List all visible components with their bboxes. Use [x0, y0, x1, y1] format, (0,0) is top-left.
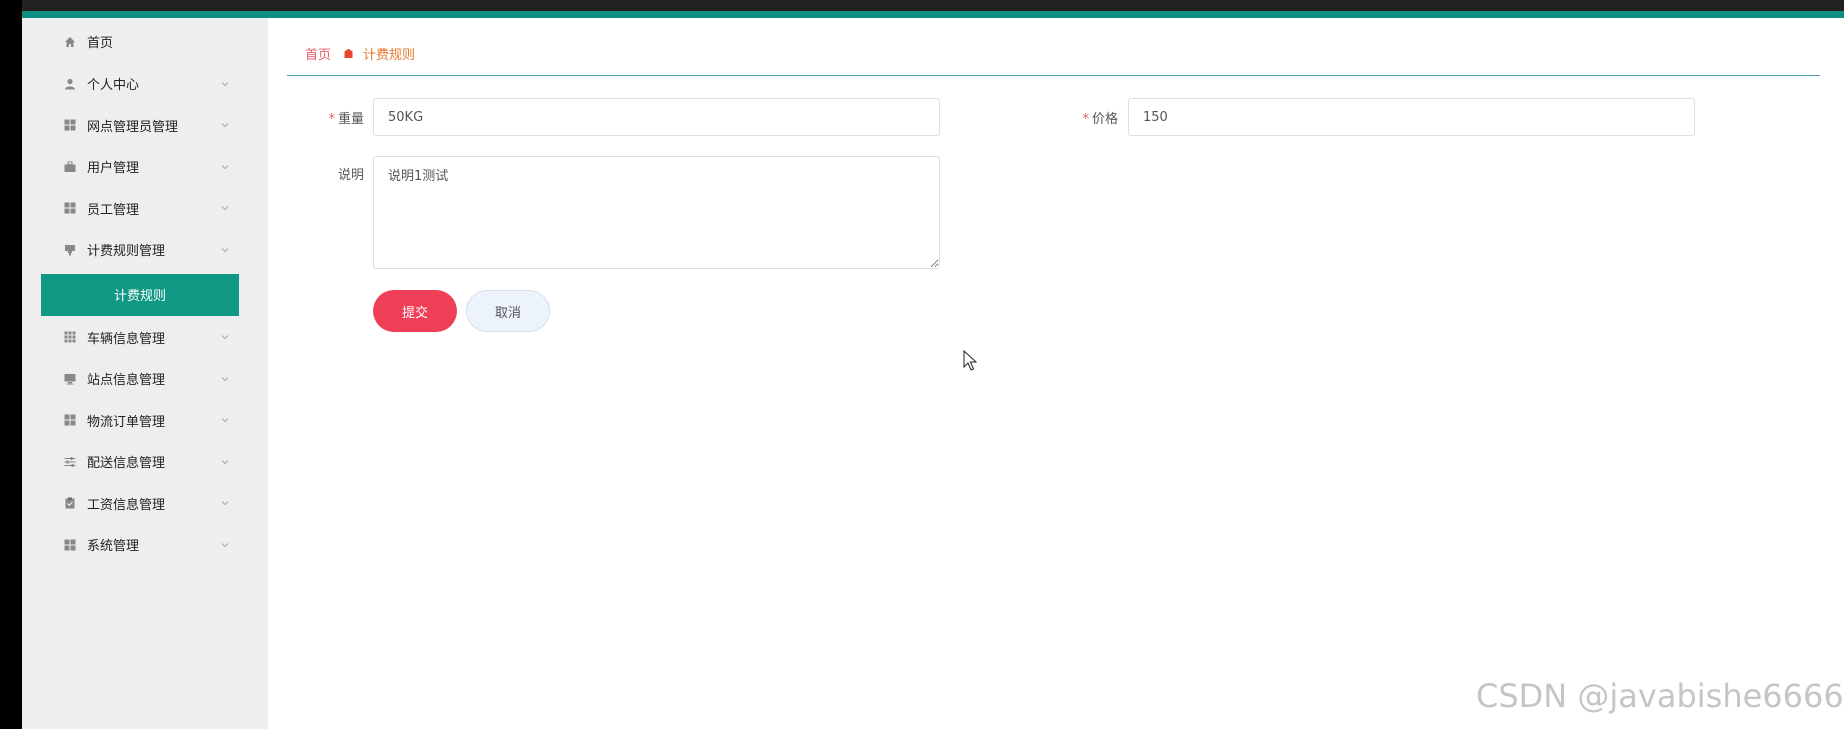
- grid-icon: [63, 201, 77, 215]
- price-label: * 价格: [1080, 108, 1118, 127]
- sidebar-subitem-label: 计费规则: [113, 289, 166, 305]
- submit-button[interactable]: 提交: [373, 290, 457, 332]
- sidebar-item-label: 工资信息管理: [87, 497, 166, 513]
- watermark: CSDN @javabishe6666: [1476, 677, 1844, 715]
- chevron-down-icon: [221, 335, 229, 340]
- chevron-down-icon: [221, 376, 229, 381]
- monitor-icon: [63, 372, 77, 386]
- breadcrumb-current: 计费规则: [363, 48, 416, 63]
- chevron-down-icon: [221, 501, 229, 506]
- mouse-cursor-icon: [963, 350, 977, 371]
- sidebar-item-billing-rules[interactable]: 计费规则管理: [22, 229, 268, 271]
- weight-input[interactable]: [373, 98, 940, 136]
- weight-label: * 重量: [326, 108, 364, 127]
- sidebar-item-label: 网点管理员管理: [87, 119, 179, 135]
- user-icon: [63, 77, 77, 91]
- clipboard-icon: [63, 496, 77, 510]
- sidebar-item-label: 首页: [87, 36, 114, 52]
- required-mark: *: [1082, 112, 1089, 127]
- sidebar-item-vehicles[interactable]: 车辆信息管理: [22, 317, 268, 359]
- main-content: 首页 计费规则 *重量 *价格 说明 说明1测试 提交 取消: [268, 18, 1844, 729]
- price-label-text: 价格: [1091, 112, 1118, 127]
- briefcase-icon: [63, 160, 77, 174]
- sliders-icon: [63, 455, 77, 469]
- sidebar-item-home[interactable]: 首页: [22, 21, 268, 63]
- breadcrumb-separator-icon: [341, 47, 355, 61]
- sidebar-item-stations[interactable]: 站点信息管理: [22, 358, 268, 400]
- weight-label-text: 重量: [337, 112, 364, 127]
- breadcrumb-home[interactable]: 首页: [305, 44, 331, 63]
- sidebar-item-label: 计费规则管理: [87, 244, 166, 260]
- sidebar-item-salary[interactable]: 工资信息管理: [22, 483, 268, 525]
- flag-icon: [63, 243, 77, 257]
- description-textarea[interactable]: 说明1测试: [373, 156, 940, 269]
- sidebar-item-delivery[interactable]: 配送信息管理: [22, 441, 268, 483]
- top-bar: [22, 0, 1844, 18]
- sidebar-item-label: 系统管理: [87, 539, 140, 555]
- sidebar-item-label: 站点信息管理: [87, 373, 166, 389]
- chevron-down-icon: [221, 418, 229, 423]
- sidebar-item-system[interactable]: 系统管理: [22, 524, 268, 566]
- sidebar-item-label: 员工管理: [87, 202, 140, 218]
- sidebar: 首页 个人中心 网点管理员管理 用户管理 员工管理 计费规则管理 计费规则 车辆…: [22, 18, 268, 729]
- grid-icon: [63, 118, 77, 132]
- chevron-down-icon: [221, 164, 229, 169]
- apps-icon: [63, 330, 77, 344]
- sidebar-subitem-billing-rule[interactable]: 计费规则: [41, 274, 239, 316]
- grid-icon: [63, 538, 77, 552]
- price-input[interactable]: [1128, 98, 1695, 136]
- sidebar-item-staff[interactable]: 员工管理: [22, 188, 268, 230]
- chevron-down-icon: [221, 247, 229, 252]
- sidebar-item-label: 物流订单管理: [87, 414, 166, 430]
- description-label: 说明: [337, 168, 364, 183]
- top-bar-accent: [22, 11, 1844, 18]
- cancel-button[interactable]: 取消: [466, 290, 550, 332]
- required-mark: *: [328, 112, 335, 127]
- chevron-down-icon: [221, 459, 229, 464]
- breadcrumb-divider: [287, 75, 1820, 76]
- home-icon: [63, 35, 77, 49]
- sidebar-item-label: 用户管理: [87, 161, 140, 177]
- chevron-down-icon: [221, 123, 229, 128]
- sidebar-item-label: 车辆信息管理: [87, 331, 166, 347]
- sidebar-item-label: 配送信息管理: [87, 456, 166, 472]
- grid-icon: [63, 413, 77, 427]
- chevron-down-icon: [221, 81, 229, 86]
- chevron-down-icon: [221, 542, 229, 547]
- sidebar-item-outlet-admin[interactable]: 网点管理员管理: [22, 105, 268, 147]
- sidebar-item-users[interactable]: 用户管理: [22, 146, 268, 188]
- breadcrumb: 首页 计费规则: [305, 44, 415, 63]
- sidebar-item-logistics-orders[interactable]: 物流订单管理: [22, 400, 268, 442]
- chevron-down-icon: [221, 206, 229, 211]
- sidebar-item-personal-center[interactable]: 个人中心: [22, 63, 268, 105]
- sidebar-item-label: 个人中心: [87, 78, 140, 94]
